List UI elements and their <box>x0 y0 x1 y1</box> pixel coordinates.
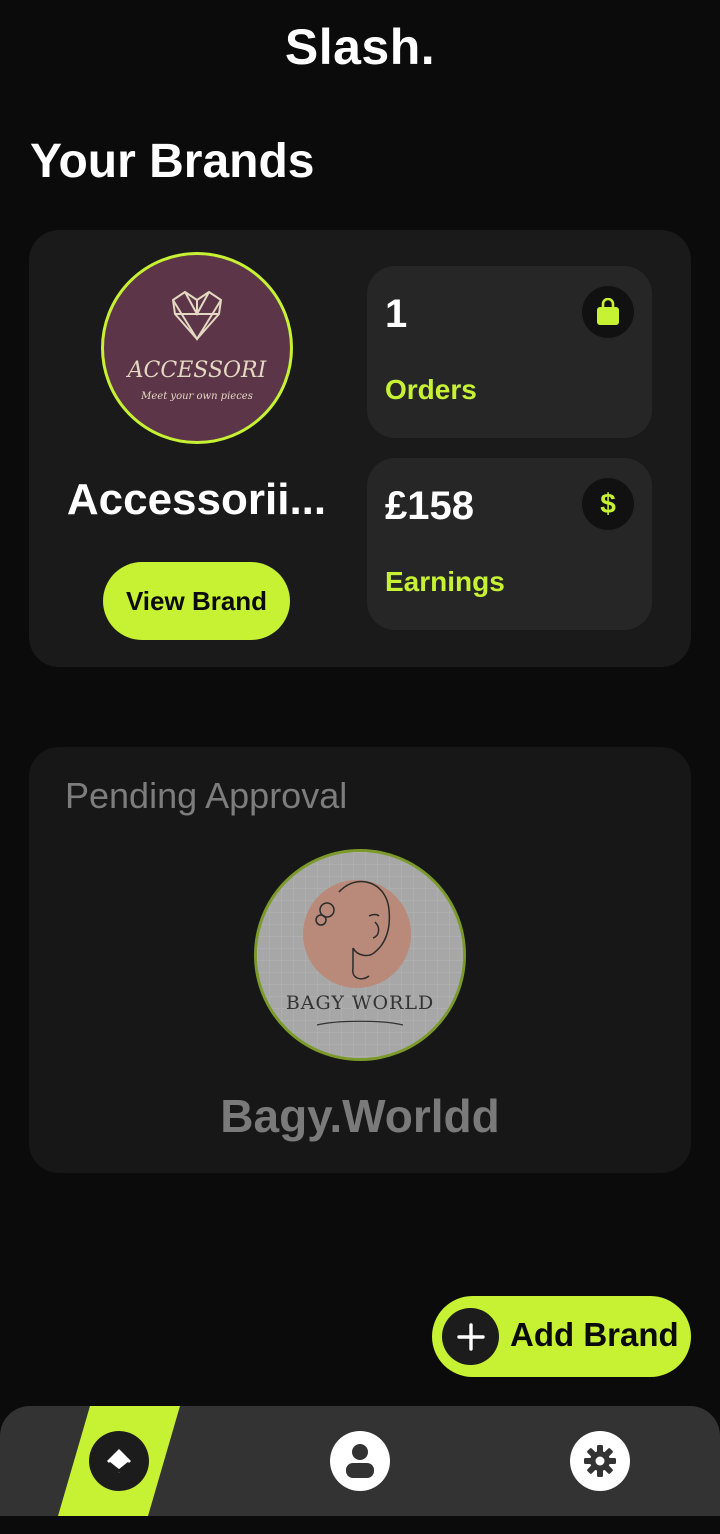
shopping-bag-icon <box>582 286 634 338</box>
brand-name[interactable]: Accessorii... <box>29 475 364 525</box>
pending-brand-logo-art: BAGY WORLD <box>257 852 463 1058</box>
system-bottom-bar <box>0 1516 720 1534</box>
brand-card-accessorii: ACCESSORI Meet your own pieces Accessori… <box>29 230 691 667</box>
pending-brand-name: Bagy.Worldd <box>220 1090 500 1142</box>
gear-icon <box>584 1445 616 1477</box>
brand-logo: ACCESSORI Meet your own pieces <box>101 252 293 444</box>
add-brand-button[interactable]: Add Brand <box>432 1296 691 1377</box>
view-brand-button[interactable]: View Brand <box>103 562 290 640</box>
bottom-nav <box>0 1406 720 1516</box>
home-diamond-icon <box>107 1449 131 1473</box>
nav-profile[interactable] <box>330 1431 390 1491</box>
brand-logo-tagline: Meet your own pieces <box>140 391 253 402</box>
brand-logo-text: ACCESSORI <box>126 358 268 383</box>
earnings-amount: £158 <box>385 484 474 528</box>
plus-icon <box>442 1308 499 1365</box>
pending-brand-logo-text: BAGY WORLD <box>286 992 434 1014</box>
orders-count: 1 <box>385 292 408 336</box>
add-brand-label: Add Brand <box>510 1316 679 1353</box>
brand-logo-art: ACCESSORI Meet your own pieces <box>126 290 268 402</box>
pending-brand-card: Pending Approval BAGY WORLD Bagy.Worldd <box>29 747 691 1173</box>
page-title: Your Brands <box>30 135 315 188</box>
app-title: Slash. <box>284 19 436 75</box>
earnings-label: Earnings <box>385 566 505 597</box>
user-icon <box>346 1444 374 1478</box>
nav-home[interactable] <box>89 1431 149 1491</box>
earnings-tile[interactable]: £158 Earnings $ <box>367 458 652 630</box>
nav-settings[interactable] <box>570 1431 630 1491</box>
pending-approval-label: Pending Approval <box>65 775 348 816</box>
pending-brand-logo: BAGY WORLD <box>254 849 466 1061</box>
orders-label: Orders <box>385 374 477 405</box>
dollar-icon: $ <box>582 478 634 530</box>
orders-tile[interactable]: 1 Orders <box>367 266 652 438</box>
